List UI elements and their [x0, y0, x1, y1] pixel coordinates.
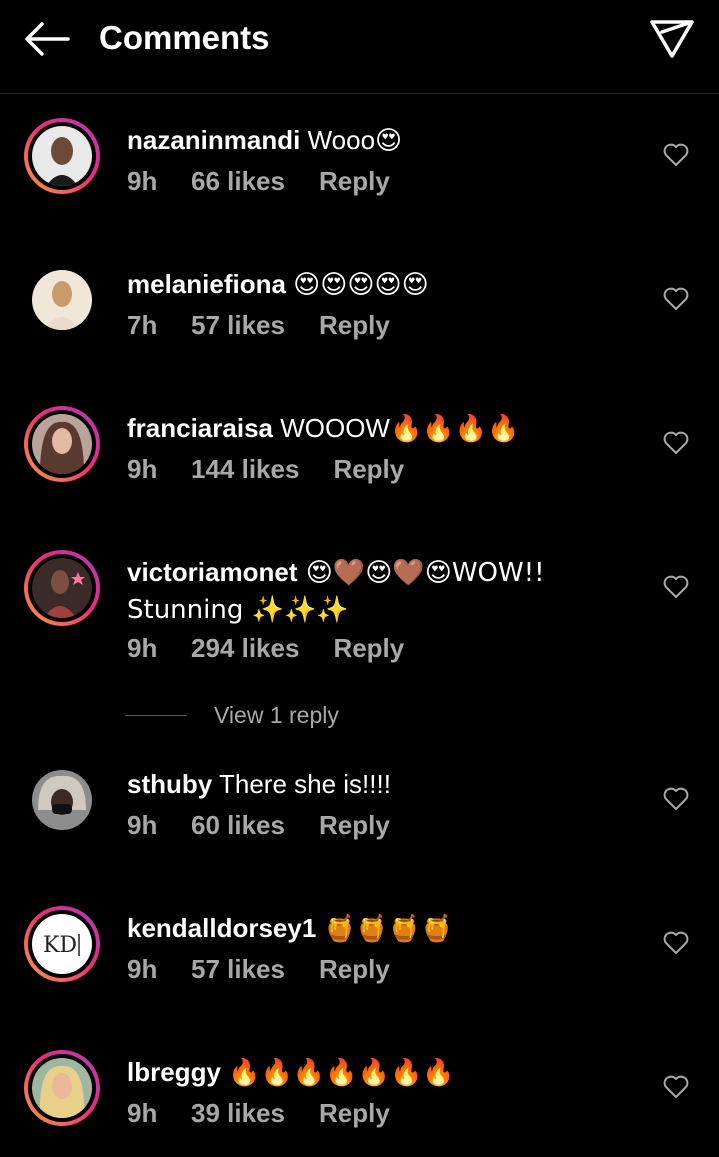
- heart-icon[interactable]: [663, 787, 689, 811]
- avatar-frame[interactable]: [24, 762, 100, 838]
- comment-time: 7h: [127, 310, 158, 340]
- reply-button[interactable]: Reply: [333, 632, 404, 664]
- avatar-story-ring[interactable]: [24, 406, 100, 482]
- comment-body: WOOOW: [272, 413, 390, 443]
- comment-emoji: 🍯🍯🍯🍯: [323, 914, 454, 944]
- avatar: [32, 770, 92, 830]
- comment-time: 9h: [127, 1098, 158, 1128]
- comment-emoji: 😍😍😍😍😍: [293, 270, 429, 300]
- avatar: [32, 126, 92, 186]
- comment-text: sthuby There she is!!!!: [127, 766, 597, 802]
- comment-emoji: 🔥🔥🔥🔥: [389, 414, 520, 444]
- comment-emoji: 😍: [375, 126, 403, 156]
- comment-username[interactable]: kendalldorsey1: [127, 913, 316, 943]
- avatar-logo-text: KD: [43, 933, 77, 958]
- comment-meta: 9h 144 likes Reply: [127, 453, 404, 485]
- comment-meta: 9h 60 likes Reply: [127, 809, 390, 841]
- reply-button[interactable]: Reply: [319, 309, 390, 341]
- comment-meta: 7h 57 likes Reply: [127, 309, 390, 341]
- comment-time: 9h: [127, 166, 158, 196]
- comment-body: There she is!!!!: [212, 769, 391, 799]
- comment-username[interactable]: melaniefiona: [127, 269, 286, 299]
- avatar-story-ring[interactable]: [24, 1050, 100, 1126]
- comment-time: 9h: [127, 810, 158, 840]
- heart-icon[interactable]: [663, 931, 689, 955]
- comment-likes[interactable]: 60 likes: [191, 809, 285, 841]
- avatar: [32, 1058, 92, 1118]
- avatar-story-ring[interactable]: [24, 118, 100, 194]
- header-bar: Comments: [0, 0, 719, 94]
- send-icon[interactable]: [648, 16, 696, 60]
- reply-button[interactable]: Reply: [319, 165, 390, 197]
- comment-likes[interactable]: 294 likes: [191, 632, 299, 664]
- avatar: [32, 414, 92, 474]
- comment-likes[interactable]: 57 likes: [191, 309, 285, 341]
- comment-username[interactable]: sthuby: [127, 769, 212, 799]
- avatar: [32, 270, 92, 330]
- comment-text: victoriamonet 😍🤎😍🤎😍WOW!! Stunning ✨✨✨: [127, 554, 597, 628]
- avatar-story-ring[interactable]: KD: [24, 906, 100, 982]
- comment-meta: 9h 57 likes Reply: [127, 953, 390, 985]
- comment-username[interactable]: franciaraisa: [127, 413, 273, 443]
- comment-username[interactable]: lbreggy: [127, 1057, 221, 1087]
- page-title: Comments: [99, 19, 270, 56]
- heart-icon[interactable]: [663, 287, 689, 311]
- comment-time: 9h: [127, 633, 158, 663]
- comment-likes[interactable]: 57 likes: [191, 953, 285, 985]
- avatar: [32, 558, 92, 618]
- comment-username[interactable]: nazaninmandi: [127, 125, 300, 155]
- comment-text: franciaraisa WOOOW🔥🔥🔥🔥: [127, 410, 597, 447]
- avatar-frame[interactable]: [24, 262, 100, 338]
- comment-text: nazaninmandi Wooo😍: [127, 122, 597, 159]
- comment-likes[interactable]: 66 likes: [191, 165, 285, 197]
- comment-text: melaniefiona 😍😍😍😍😍: [127, 266, 597, 303]
- view-replies-label: View 1 reply: [214, 702, 339, 728]
- comment-body: Wooo: [300, 125, 376, 155]
- back-arrow-icon[interactable]: [22, 18, 72, 60]
- reply-button[interactable]: Reply: [319, 953, 390, 985]
- comment-meta: 9h 66 likes Reply: [127, 165, 390, 197]
- heart-icon[interactable]: [663, 431, 689, 455]
- comment-likes[interactable]: 144 likes: [191, 453, 299, 485]
- comment-text: lbreggy 🔥🔥🔥🔥🔥🔥🔥: [127, 1054, 597, 1091]
- comment-meta: 9h 39 likes Reply: [127, 1097, 390, 1129]
- reply-button[interactable]: Reply: [333, 453, 404, 485]
- heart-icon[interactable]: [663, 575, 689, 599]
- reply-button[interactable]: Reply: [319, 809, 390, 841]
- comment-username[interactable]: victoriamonet: [127, 557, 298, 587]
- heart-icon[interactable]: [663, 1075, 689, 1099]
- reply-button[interactable]: Reply: [319, 1097, 390, 1129]
- comment-time: 9h: [127, 954, 158, 984]
- comment-text: kendalldorsey1 🍯🍯🍯🍯: [127, 910, 597, 947]
- comment-meta: 9h 294 likes Reply: [127, 632, 404, 664]
- comment-emoji: 🔥🔥🔥🔥🔥🔥🔥: [228, 1058, 455, 1088]
- avatar-story-ring[interactable]: [24, 550, 100, 626]
- comment-body: [316, 913, 323, 943]
- heart-icon[interactable]: [663, 143, 689, 167]
- comment-time: 9h: [127, 454, 158, 484]
- divider: [125, 715, 187, 716]
- avatar: KD: [32, 914, 92, 974]
- comment-likes[interactable]: 39 likes: [191, 1097, 285, 1129]
